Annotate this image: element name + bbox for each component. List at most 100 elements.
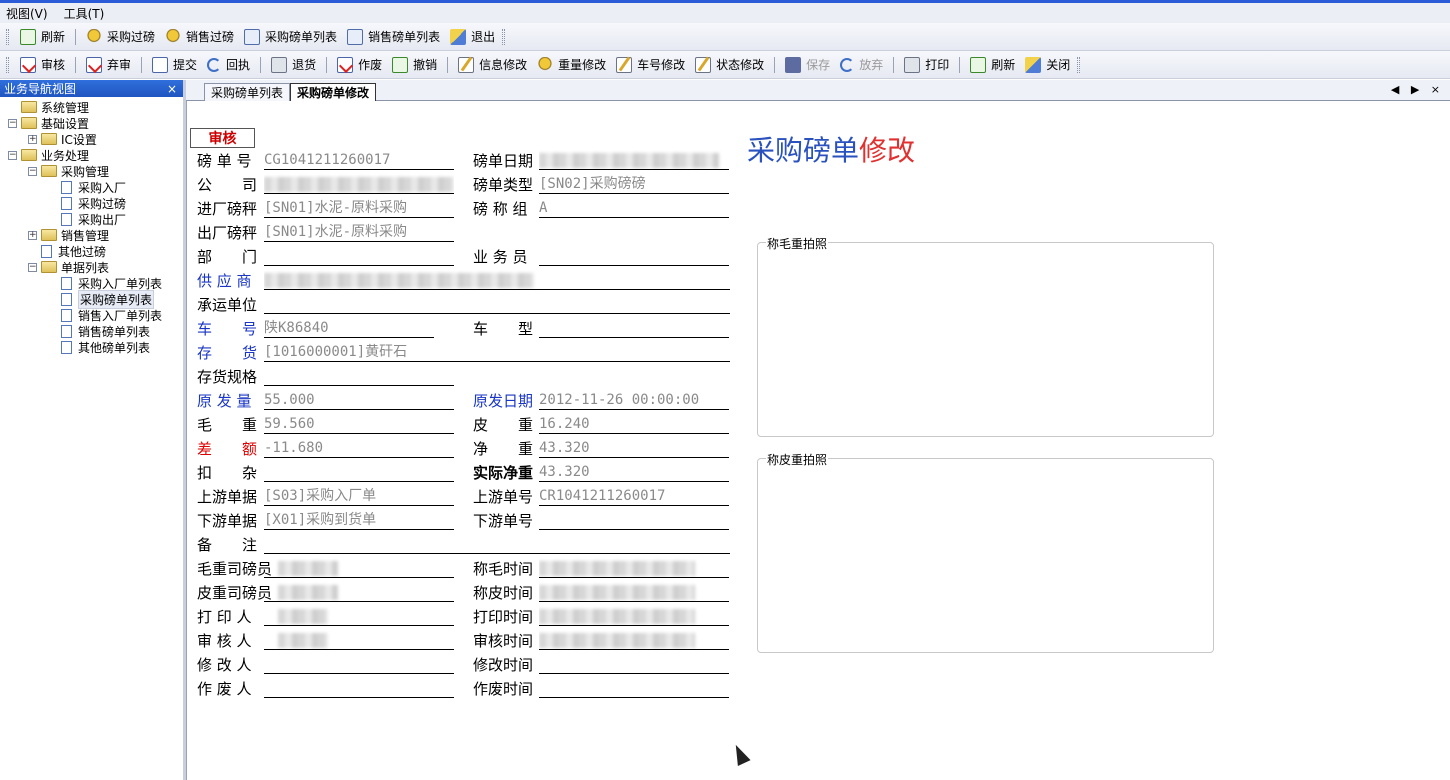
tree-node[interactable]: 系统管理 bbox=[0, 99, 183, 115]
field-car-no[interactable]: 陕K86840 bbox=[264, 318, 434, 338]
status-edit-button[interactable]: 状态修改 bbox=[690, 54, 769, 76]
field-salesman[interactable] bbox=[539, 246, 729, 266]
field-car-type[interactable] bbox=[539, 318, 729, 338]
field-inventory[interactable]: [1016000001]黄矸石 bbox=[264, 342, 730, 362]
tree-node[interactable]: 其他过磅 bbox=[0, 243, 183, 259]
discard-button[interactable]: 放弃 bbox=[835, 54, 888, 76]
collapse-icon[interactable]: − bbox=[28, 262, 37, 272]
sales-bill-list-button[interactable]: 销售磅单列表 bbox=[342, 26, 445, 48]
field-actual-net[interactable]: 43.320 bbox=[539, 462, 729, 482]
tab-purchase-bill-list[interactable]: 采购磅单列表 bbox=[204, 83, 291, 101]
field-printer[interactable] bbox=[264, 606, 454, 626]
tree-node[interactable]: 其他磅单列表 bbox=[0, 339, 183, 355]
collapse-icon[interactable]: − bbox=[28, 166, 37, 176]
sales-weigh-label: 销售过磅 bbox=[186, 30, 235, 44]
toolbar-grip[interactable] bbox=[6, 56, 9, 73]
tree-node[interactable]: − 基础设置 bbox=[0, 115, 183, 131]
tree-node[interactable]: 采购过磅 bbox=[0, 195, 183, 211]
exit-button[interactable]: 退出 bbox=[445, 26, 500, 48]
submit-button[interactable]: 提交 bbox=[147, 54, 202, 76]
field-carrier[interactable] bbox=[264, 294, 730, 314]
field-in-scale[interactable]: [SN01]水泥-原料采购 bbox=[264, 198, 454, 218]
car-no-edit-button[interactable]: 车号修改 bbox=[611, 54, 690, 76]
field-modify-time[interactable] bbox=[539, 654, 729, 674]
field-bill-no[interactable]: CG1041211260017 bbox=[264, 150, 454, 170]
refresh-button[interactable]: 刷新 bbox=[15, 26, 70, 48]
field-scale-group[interactable]: A bbox=[539, 198, 729, 218]
cancel-button[interactable]: 撤销 bbox=[387, 54, 442, 76]
field-deduct[interactable] bbox=[264, 462, 454, 482]
field-supplier[interactable] bbox=[264, 270, 730, 290]
field-orig-date[interactable]: 2012-11-26 00:00:00 bbox=[539, 390, 729, 410]
field-voider[interactable] bbox=[264, 678, 454, 698]
tree-node[interactable]: 销售磅单列表 bbox=[0, 323, 183, 339]
field-tare[interactable]: 16.240 bbox=[539, 414, 729, 434]
field-bill-type[interactable]: [SN02]采购磅磅 bbox=[539, 174, 729, 194]
field-orig-qty[interactable]: 55.000 bbox=[264, 390, 454, 410]
field-spec[interactable] bbox=[264, 366, 454, 386]
return-label: 退货 bbox=[292, 58, 317, 72]
toolbar-grip[interactable] bbox=[6, 28, 9, 45]
return-button[interactable]: 退货 bbox=[266, 54, 321, 76]
expand-icon[interactable]: + bbox=[28, 230, 37, 240]
field-up-doc[interactable]: [S03]采购入厂单 bbox=[264, 486, 454, 506]
field-up-no[interactable]: CR1041211260017 bbox=[539, 486, 729, 506]
tree-node[interactable]: − 业务处理 bbox=[0, 147, 183, 163]
field-auditor[interactable] bbox=[264, 630, 454, 650]
page-title: 采购磅单修改 bbox=[747, 129, 915, 169]
field-void-time[interactable] bbox=[539, 678, 729, 698]
receipt-button[interactable]: 回执 bbox=[202, 54, 255, 76]
sales-weigh-button[interactable]: 销售过磅 bbox=[160, 26, 239, 48]
weight-edit-button[interactable]: 重量修改 bbox=[532, 54, 611, 76]
save-button[interactable]: 保存 bbox=[780, 54, 835, 76]
field-modifier[interactable] bbox=[264, 654, 454, 674]
nav-panel-close-icon[interactable]: × bbox=[167, 82, 177, 96]
tree-node[interactable]: − 采购管理 bbox=[0, 163, 183, 179]
tab-purchase-bill-edit[interactable]: 采购磅单修改 bbox=[290, 83, 377, 101]
menu-view[interactable]: 视图(V) bbox=[6, 5, 48, 22]
print-button[interactable]: 打印 bbox=[899, 54, 954, 76]
close-button[interactable]: 关闭 bbox=[1020, 54, 1075, 76]
redacted-value bbox=[278, 560, 338, 576]
unapprove-button[interactable]: 弃审 bbox=[81, 54, 136, 76]
toolbar-grip[interactable] bbox=[502, 28, 506, 45]
field-gross-time[interactable] bbox=[539, 558, 729, 578]
field-tare-time[interactable] bbox=[539, 582, 729, 602]
field-out-scale[interactable]: [SN01]水泥-原料采购 bbox=[264, 222, 454, 242]
purchase-weigh-button[interactable]: 采购过磅 bbox=[81, 26, 160, 48]
menu-tools[interactable]: 工具(T) bbox=[64, 5, 105, 22]
field-gross-op[interactable] bbox=[264, 558, 454, 578]
field-bill-date[interactable] bbox=[539, 150, 729, 170]
tree-node[interactable]: 采购入厂 bbox=[0, 179, 183, 195]
field-remark[interactable] bbox=[264, 534, 730, 554]
tree-node[interactable]: − 单据列表 bbox=[0, 259, 183, 275]
field-gross[interactable]: 59.560 bbox=[264, 414, 454, 434]
tree-node[interactable]: + 销售管理 bbox=[0, 227, 183, 243]
collapse-icon[interactable]: − bbox=[8, 118, 17, 128]
field-audit-time[interactable] bbox=[539, 630, 729, 650]
field-company[interactable] bbox=[264, 174, 454, 194]
refresh-button-2[interactable]: 刷新 bbox=[965, 54, 1020, 76]
tree-node[interactable]: + IC设置 bbox=[0, 131, 183, 147]
tree-node-label: 业务处理 bbox=[41, 148, 90, 163]
print-icon bbox=[904, 56, 921, 73]
toolbar-separator bbox=[260, 56, 262, 73]
field-net[interactable]: 43.320 bbox=[539, 438, 729, 458]
field-print-time[interactable] bbox=[539, 606, 729, 626]
toolbar-grip[interactable] bbox=[1077, 56, 1081, 73]
info-edit-button[interactable]: 信息修改 bbox=[453, 54, 532, 76]
field-dept[interactable] bbox=[264, 246, 454, 266]
collapse-icon[interactable]: − bbox=[8, 150, 17, 160]
field-down-doc[interactable]: [X01]采购到货单 bbox=[264, 510, 454, 530]
void-button[interactable]: 作废 bbox=[332, 54, 387, 76]
expand-icon[interactable]: + bbox=[28, 134, 37, 144]
purchase-bill-list-button[interactable]: 采购磅单列表 bbox=[239, 26, 342, 48]
field-tare-op[interactable] bbox=[264, 582, 454, 602]
field-down-no[interactable] bbox=[539, 510, 729, 530]
tree-node[interactable]: 采购出厂 bbox=[0, 211, 183, 227]
field-diff[interactable]: -11.680 bbox=[264, 438, 454, 458]
approve-button[interactable]: 审核 bbox=[15, 54, 70, 76]
tree-node[interactable]: 销售入厂单列表 bbox=[0, 307, 183, 323]
tab-navigation[interactable]: ◀ ▶ × bbox=[1391, 83, 1444, 96]
tree-node[interactable]: 采购磅单列表 bbox=[0, 289, 183, 309]
